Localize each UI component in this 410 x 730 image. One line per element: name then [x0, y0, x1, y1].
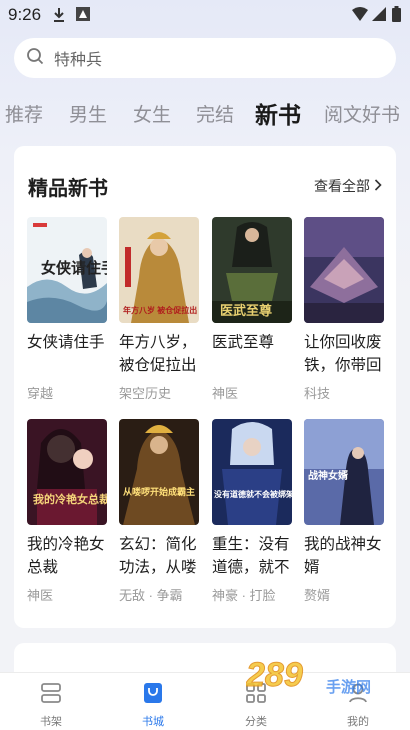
book-title[interactable]: 年方八岁，被仓促拉出 [119, 331, 203, 377]
book-title[interactable]: 我的冷艳女总裁 [27, 533, 111, 579]
battery-icon [392, 6, 401, 27]
nav-bookshelf-label: 书架 [40, 716, 62, 728]
watermark-text: 手游网 [326, 678, 371, 696]
wifi-icon [352, 7, 368, 26]
search-input[interactable]: 特种兵 [14, 38, 396, 78]
book-cover[interactable]: 年方八岁 被仓促拉出 [119, 217, 199, 323]
book-card[interactable]: 医武至尊 医武至尊 神医 [212, 217, 292, 402]
book-cover[interactable]: 我的冷艳女总裁 [27, 419, 107, 525]
nav-bookstore[interactable]: 书城 [123, 681, 183, 729]
status-bar: 9:26 [0, 0, 410, 30]
book-cover[interactable]: 女侠请住手 [27, 217, 107, 323]
signal-icon [372, 7, 386, 26]
watermark-number: 289 [246, 656, 303, 694]
book-title[interactable]: 让你回收废铁，你带回 [304, 331, 388, 377]
download-icon [52, 7, 66, 28]
site-watermark: 289 手游网 [245, 652, 386, 707]
see-all-label: 查看全部 [314, 178, 370, 194]
book-cover[interactable]: 没有道德就不会被绑架 [212, 419, 292, 525]
cover-title-text: 战神女婿 [308, 469, 349, 482]
book-title[interactable]: 我的战神女婿 [304, 533, 388, 579]
cover-title-text: 女侠请住手 [41, 259, 107, 277]
new-books-section: 精品新书 查看全部 女侠请住手 女侠请住手 穿越 [14, 146, 396, 628]
book-card[interactable]: 女侠请住手 女侠请住手 穿越 [27, 217, 107, 402]
category-tabs: 推荐 男生 女生 完结 新书 阅文好书 [0, 92, 410, 132]
book-cover[interactable]: 医武至尊 [212, 217, 292, 323]
book-card[interactable]: 从喽啰开始成霸主 玄幻：简化功法，从喽 无敌 · 争霸 [119, 419, 199, 604]
tab-male[interactable]: 男生 [69, 100, 107, 127]
book-tag: 科技 [304, 386, 331, 401]
book-cover[interactable]: 战神女婿 [304, 419, 384, 525]
cover-title-text: 我的冷艳女总裁 [33, 492, 107, 506]
tab-recommend[interactable]: 推荐 [5, 100, 43, 127]
nav-category-label: 分类 [245, 716, 267, 728]
search-icon [26, 47, 44, 70]
book-title[interactable]: 重生：没有道德，就不 [212, 533, 296, 579]
book-card[interactable]: 战神女婿 我的战神女婿 赘婿 [304, 419, 384, 604]
chevron-right-icon [374, 178, 382, 194]
section-title: 精品新书 [28, 178, 108, 200]
cover-title-text: 没有道德就不会被绑架 [214, 489, 292, 499]
tab-new-books[interactable]: 新书 [255, 96, 301, 130]
search-placeholder: 特种兵 [54, 52, 103, 69]
cover-title-text: 医武至尊 [220, 303, 272, 318]
cover-title-text: 从喽啰开始成霸主 [123, 486, 195, 497]
cover-title-text: 年方八岁 被仓促拉出 [123, 305, 197, 315]
app-notification-icon [76, 7, 90, 26]
book-tag: 赘婿 [304, 588, 331, 603]
tab-completed[interactable]: 完结 [196, 100, 234, 127]
book-card[interactable]: 没有道德就不会被绑架 重生：没有道德，就不 神豪 · 打脸 [212, 419, 292, 604]
status-time: 9:26 [8, 5, 42, 24]
book-cover[interactable]: 从喽啰开始成霸主 [119, 419, 199, 525]
bookshelf-icon [39, 683, 63, 709]
book-cover[interactable] [304, 217, 384, 323]
book-tag: 神医 [212, 386, 239, 401]
book-tag: 无敌 · 争霸 [119, 588, 183, 603]
tab-female[interactable]: 女生 [133, 100, 171, 127]
nav-bookstore-label: 书城 [142, 716, 164, 728]
book-title[interactable]: 医武至尊 [212, 331, 296, 377]
bookstore-icon [141, 683, 165, 709]
book-tag: 神医 [27, 588, 54, 603]
book-tag: 架空历史 [119, 386, 172, 401]
see-all-link[interactable]: 查看全部 [314, 176, 382, 196]
book-tag: 穿越 [27, 386, 54, 401]
book-title[interactable]: 女侠请住手 [27, 331, 111, 377]
tab-yuewen-picks[interactable]: 阅文好书 [324, 100, 400, 127]
book-tag: 神豪 · 打脸 [212, 588, 276, 603]
book-card[interactable]: 让你回收废铁，你带回 科技 [304, 217, 384, 402]
book-card[interactable]: 我的冷艳女总裁 我的冷艳女总裁 神医 [27, 419, 107, 604]
nav-bookshelf[interactable]: 书架 [21, 681, 81, 729]
book-card[interactable]: 年方八岁 被仓促拉出 年方八岁，被仓促拉出 架空历史 [119, 217, 199, 402]
book-title[interactable]: 玄幻：简化功法，从喽 [119, 533, 203, 579]
nav-profile-label: 我的 [347, 716, 369, 728]
